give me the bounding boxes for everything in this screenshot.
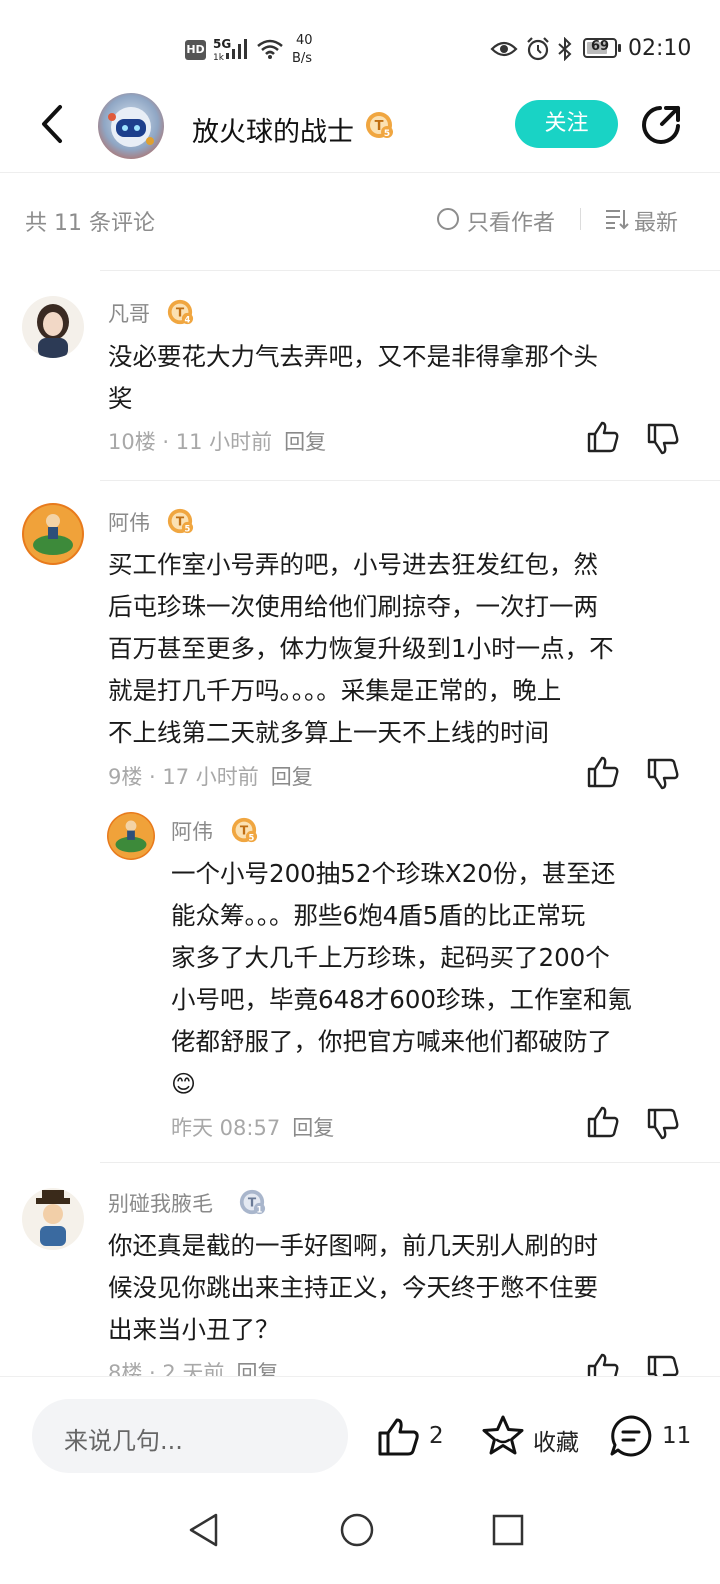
- comment-input-placeholder: 来说几句...: [64, 1427, 183, 1455]
- comment-line: 出来当小丑了？: [108, 1315, 280, 1344]
- nav-home-icon[interactable]: [339, 1512, 375, 1548]
- svg-text:1: 1: [257, 1204, 263, 1214]
- man-hat-avatar-icon: [36, 1190, 70, 1246]
- thumbs-up-icon[interactable]: [586, 1352, 620, 1376]
- like-count[interactable]: 2: [429, 1423, 444, 1449]
- comment-meta: 8楼 · 2 天前 回复: [108, 1357, 278, 1376]
- comment-line: 候没见你跳出来主持正义，今天终于憋不住要: [108, 1273, 598, 1302]
- comment-input[interactable]: 来说几句...: [32, 1399, 348, 1473]
- comment-bubble-icon[interactable]: [608, 1413, 654, 1459]
- system-nav-bar: [0, 1494, 720, 1584]
- comment-line: 你还真是截的一手好图啊，前几天别人刷的时: [108, 1231, 598, 1260]
- level-badge-icon: T 1: [239, 1189, 266, 1214]
- thumbs-down-icon[interactable]: [646, 1354, 680, 1376]
- comment-item: 别碰我腋毛 T 1 你还真是截的一手好图啊，前几天别人刷的时 候没见你跳出来主持…: [0, 0, 720, 1376]
- floor-time: 8楼 · 2 天前: [108, 1361, 225, 1376]
- comment-count[interactable]: 11: [662, 1423, 691, 1449]
- like-icon[interactable]: [377, 1417, 421, 1457]
- username[interactable]: 别碰我腋毛: [108, 1188, 213, 1218]
- star-icon[interactable]: [480, 1413, 526, 1459]
- comment-text: 你还真是截的一手好图啊，前几天别人刷的时 候没见你跳出来主持正义，今天终于憋不住…: [108, 1225, 708, 1351]
- reply-button[interactable]: 回复: [236, 1361, 278, 1376]
- bottom-action-bar: 来说几句... 2 收藏 11: [0, 1376, 720, 1495]
- user-avatar[interactable]: [22, 1188, 84, 1250]
- favorite-label[interactable]: 收藏: [533, 1423, 579, 1457]
- nav-recents-icon[interactable]: [491, 1513, 525, 1547]
- nav-back-icon[interactable]: [186, 1512, 222, 1548]
